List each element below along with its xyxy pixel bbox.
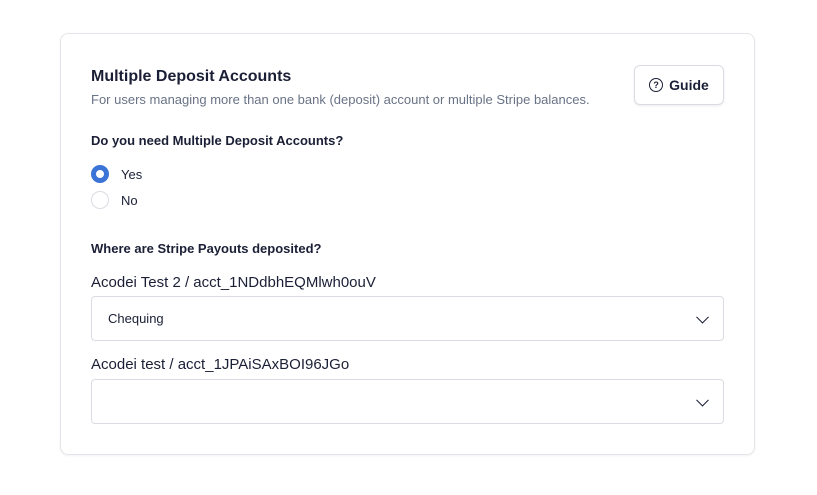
radio-yes-label: Yes bbox=[121, 166, 143, 182]
radio-option-yes[interactable]: Yes bbox=[91, 165, 142, 183]
section-subtitle: For users managing more than one bank (d… bbox=[91, 92, 590, 107]
deposit-accounts-card: Multiple Deposit Accounts For users mana… bbox=[60, 33, 755, 455]
payouts-question: Where are Stripe Payouts deposited? bbox=[91, 241, 322, 256]
chevron-down-icon bbox=[696, 310, 709, 324]
guide-button-label: Guide bbox=[669, 77, 709, 93]
account-2-deposit-select[interactable] bbox=[91, 379, 724, 424]
radio-no[interactable] bbox=[91, 191, 109, 209]
chevron-down-icon bbox=[696, 393, 709, 407]
account-label-2: Acodei test / acct_1JPAiSAxBOI96JGo bbox=[91, 356, 350, 373]
multiple-accounts-question: Do you need Multiple Deposit Accounts? bbox=[91, 133, 344, 148]
radio-option-no[interactable]: No bbox=[91, 191, 138, 209]
account-1-deposit-select[interactable]: Chequing bbox=[91, 296, 724, 341]
radio-no-label: No bbox=[121, 192, 138, 208]
account-1-selected-value: Chequing bbox=[108, 311, 164, 326]
guide-button[interactable]: ? Guide bbox=[634, 65, 724, 105]
radio-yes[interactable] bbox=[91, 165, 109, 183]
help-circle-icon: ? bbox=[649, 78, 664, 92]
account-label-1: Acodei Test 2 / acct_1NDdbhEQMlwh0ouV bbox=[91, 274, 376, 291]
section-title: Multiple Deposit Accounts bbox=[91, 68, 292, 85]
